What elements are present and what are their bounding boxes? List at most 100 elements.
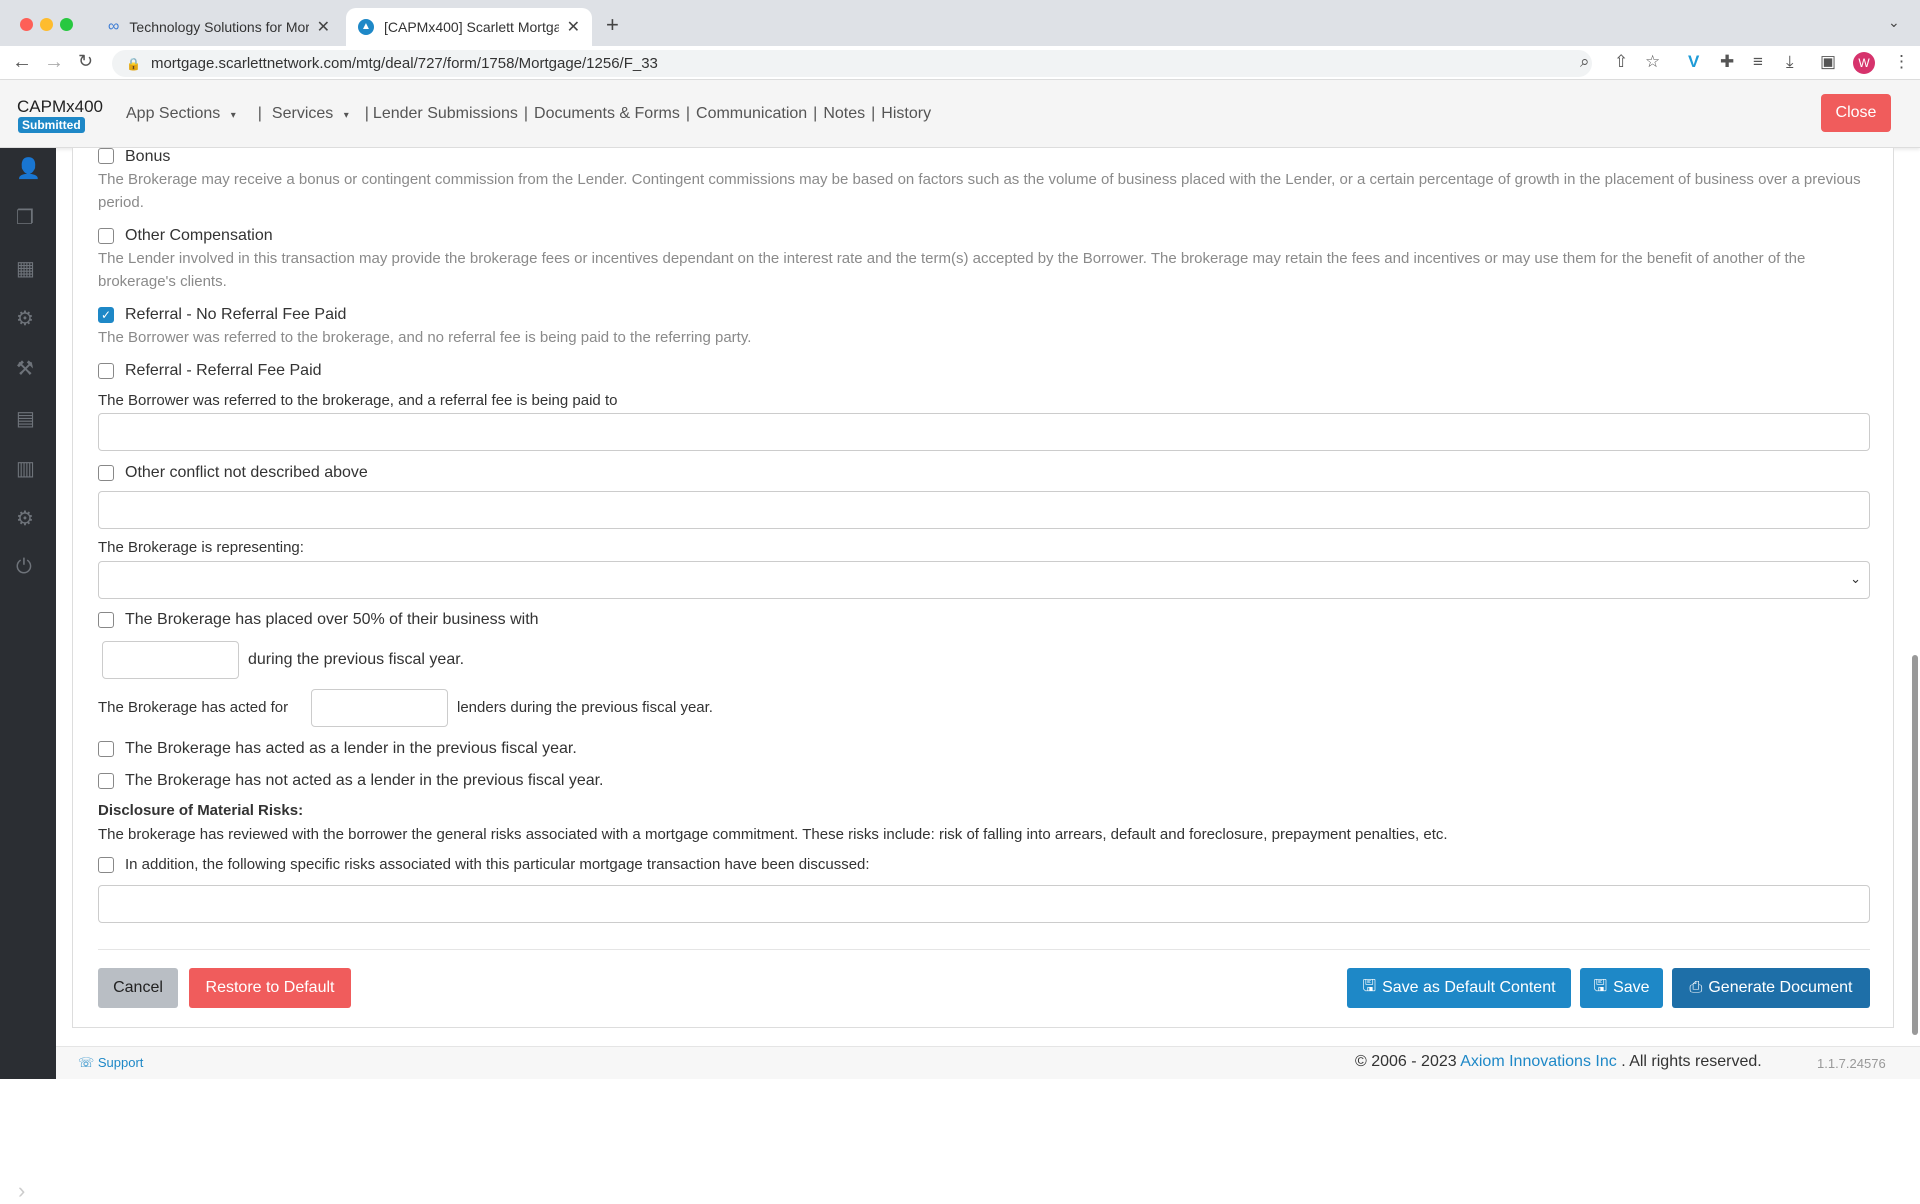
rights-text: . All rights reserved. [1621, 1053, 1762, 1070]
settings-icon[interactable]: ⚙ [16, 506, 34, 531]
status-badge: Submitted [18, 117, 85, 133]
version-number: 1.1.7.24576 [1817, 1056, 1886, 1071]
extensions-puzzle-icon[interactable]: ✚ [1720, 52, 1734, 72]
footer: ☏ Support © 2006 - 2023 Axiom Innovation… [56, 1046, 1920, 1079]
bookmark-star-icon[interactable]: ☆ [1645, 52, 1660, 72]
other-compensation-checkbox[interactable] [98, 228, 114, 244]
nav-notes[interactable]: Notes [823, 105, 865, 123]
download-icon[interactable]: ⤓ [1786, 52, 1794, 72]
scarlett-logo-icon: ▲ [358, 19, 374, 35]
other-conflict-checkbox[interactable] [98, 465, 114, 481]
chevron-down-icon: ⌄ [1850, 571, 1861, 586]
documents-icon[interactable]: ❐ [16, 205, 34, 230]
sidebar: 👤 ❐ ▦ ⚙ ⚒ ▤ ▥ ⚙ ⏻ › [0, 148, 56, 1203]
bar-chart-icon[interactable]: ▥ [16, 456, 35, 481]
cancel-button[interactable]: Cancel [98, 968, 178, 1008]
maximize-window-button[interactable] [60, 18, 73, 31]
browser-tab-scarlett[interactable]: ▲ [CAPMx400] Scarlett Mortgag ✕ [346, 8, 592, 46]
over-50-percent-checkbox[interactable] [98, 612, 114, 628]
referral-no-fee-checkbox[interactable]: ✓ [98, 307, 114, 323]
bonus-checkbox[interactable] [98, 148, 114, 164]
calculator-icon[interactable]: ▤ [16, 406, 35, 431]
referral-no-fee-description: The Borrower was referred to the brokera… [98, 329, 752, 346]
side-panel-icon[interactable]: ▣ [1820, 52, 1836, 72]
tab-title: Technology Solutions for Mortg [129, 19, 309, 35]
nav-separator: | [257, 105, 262, 122]
expand-sidebar-chevron-icon[interactable]: › [18, 1178, 25, 1204]
reading-list-icon[interactable]: ≡ [1753, 52, 1763, 72]
nav-app-sections[interactable]: App Sections ▾ [126, 105, 242, 123]
nav-separator: | [685, 105, 691, 122]
nav-lender-submissions[interactable]: Lender Submissions [373, 105, 518, 123]
lock-icon: 🔒 [126, 56, 141, 71]
referral-fee-checkbox[interactable] [98, 363, 114, 379]
new-tab-button[interactable]: + [606, 12, 619, 38]
browser-toolbar: ← → ↻ 🔒 mortgage.scarlettnetwork.com/mtg… [0, 46, 1920, 80]
cogs-icon[interactable]: ⚙ [16, 306, 34, 331]
tab-search-chevron-icon[interactable]: ⌄ [1888, 14, 1900, 31]
vimeo-extension-icon[interactable]: V [1688, 52, 1699, 72]
bonus-label: Bonus [125, 148, 171, 165]
support-icon: ☏ [78, 1055, 95, 1070]
specific-risks-input[interactable] [98, 885, 1870, 923]
acted-as-lender-checkbox[interactable] [98, 741, 114, 757]
representing-select[interactable]: ⌄ [98, 561, 1870, 599]
referral-no-fee-label: Referral - No Referral Fee Paid [125, 306, 347, 323]
browser-menu-icon[interactable]: ⋮ [1893, 52, 1910, 72]
nav-history[interactable]: History [881, 105, 931, 123]
button-label: Save [1613, 979, 1650, 996]
zoom-icon[interactable]: ⌕ [1580, 52, 1590, 72]
divider [98, 949, 1870, 950]
button-label: Generate Document [1708, 979, 1853, 996]
restore-default-button[interactable]: Restore to Default [189, 968, 351, 1008]
representing-label: The Brokerage is representing: [98, 539, 304, 556]
page-scrollbar[interactable] [1912, 655, 1918, 1035]
generate-document-button[interactable]: ⎙ Generate Document [1672, 968, 1870, 1008]
acted-for-prefix: The Brokerage has acted for [98, 699, 289, 716]
browser-tab-bar: ∞ Technology Solutions for Mortg ✕ ▲ [CA… [0, 0, 1920, 46]
back-arrow-icon[interactable]: ← [12, 51, 32, 74]
acted-for-lenders-input[interactable] [311, 689, 448, 727]
reload-icon[interactable]: ↻ [78, 51, 93, 72]
copyright: © 2006 - 2023 Axiom Innovations Inc . Al… [1355, 1053, 1762, 1071]
over-50-percent-lender-input[interactable] [102, 641, 239, 679]
users-icon[interactable]: 👤 [16, 156, 41, 181]
minimize-window-button[interactable] [40, 18, 53, 31]
nav-separator: | [813, 105, 818, 122]
company-link[interactable]: Axiom Innovations Inc [1460, 1053, 1617, 1070]
wrench-icon[interactable]: ⚒ [16, 356, 34, 381]
calendar-icon[interactable]: ▦ [16, 256, 35, 281]
button-label: Save as Default Content [1382, 979, 1556, 996]
close-button[interactable]: Close [1821, 94, 1891, 132]
referral-fee-paid-to-input[interactable] [98, 413, 1870, 451]
nav-services[interactable]: Services ▾ [272, 105, 355, 123]
close-tab-icon[interactable]: ✕ [567, 17, 580, 37]
browser-tab-technology[interactable]: ∞ Technology Solutions for Mortg ✕ [96, 8, 342, 46]
specific-risks-checkbox[interactable] [98, 857, 114, 873]
referral-fee-label: Referral - Referral Fee Paid [125, 362, 322, 379]
close-window-button[interactable] [20, 18, 33, 31]
address-bar[interactable]: 🔒 mortgage.scarlettnetwork.com/mtg/deal/… [112, 50, 1592, 77]
save-default-content-button[interactable]: 🖫 Save as Default Content [1347, 968, 1571, 1008]
not-acted-as-lender-checkbox[interactable] [98, 773, 114, 789]
other-conflict-input[interactable] [98, 491, 1870, 529]
app-nav: App Sections ▾ | Services ▾ | Lender Sub… [126, 105, 937, 123]
save-button[interactable]: 🖫 Save [1580, 968, 1663, 1008]
save-icon: 🖫 [1362, 977, 1377, 995]
acted-as-lender-label: The Brokerage has acted as a lender in t… [125, 740, 577, 757]
nav-communication[interactable]: Communication [696, 105, 807, 123]
check-icon: ✓ [100, 308, 112, 322]
profile-avatar[interactable]: W [1853, 52, 1875, 74]
form-panel: Bonus The Brokerage may receive a bonus … [72, 148, 1894, 1028]
share-icon[interactable]: ⇧ [1614, 52, 1628, 72]
nav-documents-forms[interactable]: Documents & Forms [534, 105, 680, 123]
over-50-percent-suffix: during the previous fiscal year. [248, 651, 465, 668]
nav-separator: | [871, 105, 876, 122]
power-icon[interactable]: ⏻ [16, 556, 32, 579]
close-tab-icon[interactable]: ✕ [317, 17, 330, 37]
material-risks-text: The brokerage has reviewed with the borr… [98, 826, 1448, 843]
copyright-years: © 2006 - 2023 [1355, 1053, 1457, 1070]
forward-arrow-icon[interactable]: → [44, 51, 64, 74]
support-link[interactable]: ☏ Support [78, 1055, 143, 1071]
other-compensation-description: The Lender involved in this transaction … [98, 250, 1806, 290]
